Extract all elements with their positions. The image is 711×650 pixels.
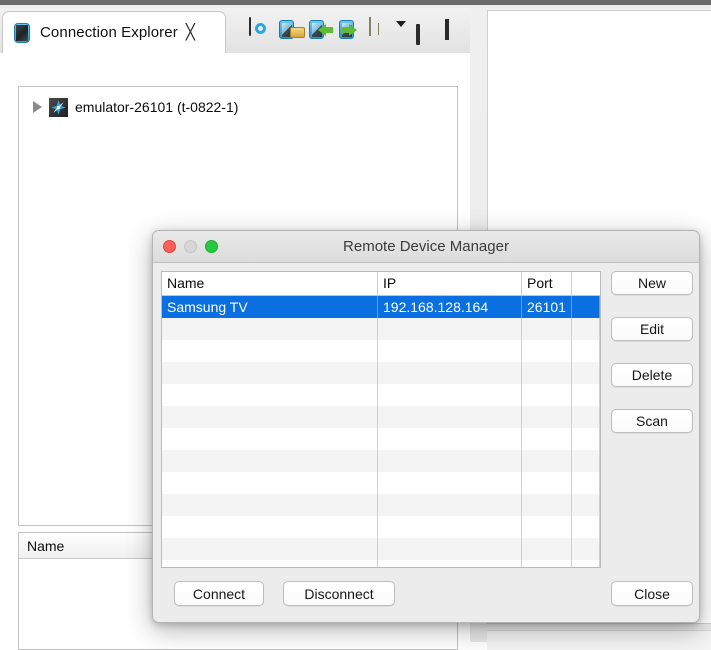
- table-row[interactable]: [162, 516, 600, 538]
- emulator-icon: [49, 98, 68, 117]
- device-square-icon[interactable]: [249, 18, 273, 42]
- table-row[interactable]: [162, 406, 600, 428]
- disconnect-button[interactable]: Disconnect: [283, 581, 395, 606]
- maximize-icon[interactable]: [445, 21, 464, 39]
- connect-button[interactable]: Connect: [174, 581, 264, 606]
- device-table-header: Name IP Port: [162, 272, 600, 296]
- view-toolbar: [249, 10, 464, 50]
- tree-item-label: emulator-26101 (t-0822-1): [75, 99, 238, 115]
- close-dialog-button[interactable]: Close: [611, 581, 693, 606]
- delete-button[interactable]: Delete: [611, 363, 693, 387]
- tree-item-emulator[interactable]: emulator-26101 (t-0822-1): [19, 96, 457, 118]
- minimize-icon[interactable]: [416, 26, 433, 34]
- table-row[interactable]: [162, 362, 600, 384]
- table-row[interactable]: [162, 538, 600, 560]
- table-row[interactable]: Samsung TV 192.168.128.164 26101: [162, 296, 600, 318]
- table-row[interactable]: [162, 494, 600, 516]
- remote-device-manager-dialog: Remote Device Manager Name IP Port Samsu…: [152, 230, 700, 623]
- app-root: Connection Explorer ╳: [0, 0, 711, 642]
- cell-ip: 192.168.128.164: [378, 296, 522, 318]
- table-row[interactable]: [162, 340, 600, 362]
- device-phone-icon: [12, 23, 32, 43]
- device-table-body: Samsung TV 192.168.128.164 26101: [162, 296, 600, 568]
- scan-button[interactable]: Scan: [611, 409, 693, 433]
- device-arrow-in-icon[interactable]: [309, 18, 333, 42]
- view-tabbar: Connection Explorer ╳: [0, 8, 470, 53]
- device-plug-icon[interactable]: [279, 18, 303, 42]
- device-table[interactable]: Name IP Port Samsung TV 192.168.128.164 …: [161, 271, 601, 568]
- new-button[interactable]: New: [611, 271, 693, 295]
- device-arrow-out-icon[interactable]: [339, 18, 363, 42]
- table-row[interactable]: [162, 450, 600, 472]
- column-header-name[interactable]: Name: [27, 538, 64, 554]
- column-header-ip[interactable]: IP: [378, 272, 522, 295]
- tab-connection-explorer[interactable]: Connection Explorer ╳: [2, 11, 226, 53]
- dialog-side-buttons: New Edit Delete Scan: [611, 271, 693, 455]
- table-row[interactable]: [162, 384, 600, 406]
- chevron-right-icon[interactable]: [33, 101, 42, 113]
- tab-label: Connection Explorer: [40, 24, 178, 41]
- dialog-titlebar[interactable]: Remote Device Manager: [153, 231, 699, 263]
- dialog-body: Name IP Port Samsung TV 192.168.128.164 …: [153, 263, 699, 623]
- cell-port: 26101: [522, 296, 572, 318]
- table-row[interactable]: [162, 472, 600, 494]
- dialog-title: Remote Device Manager: [153, 231, 699, 262]
- column-header-extra[interactable]: [572, 272, 600, 295]
- edit-button[interactable]: Edit: [611, 317, 693, 341]
- table-row[interactable]: [162, 428, 600, 450]
- cell-extra: [572, 296, 600, 318]
- view-menu-icon[interactable]: [369, 18, 390, 42]
- chevron-down-icon[interactable]: [396, 27, 406, 33]
- cell-name: Samsung TV: [162, 296, 378, 318]
- right-status-strip: [487, 630, 711, 650]
- column-header-name[interactable]: Name: [162, 272, 378, 295]
- dialog-bottom-buttons: Connect Disconnect Close: [161, 581, 693, 611]
- table-row[interactable]: [162, 318, 600, 340]
- table-row[interactable]: [162, 560, 600, 568]
- close-icon[interactable]: ╳: [186, 25, 195, 40]
- column-header-port[interactable]: Port: [522, 272, 572, 295]
